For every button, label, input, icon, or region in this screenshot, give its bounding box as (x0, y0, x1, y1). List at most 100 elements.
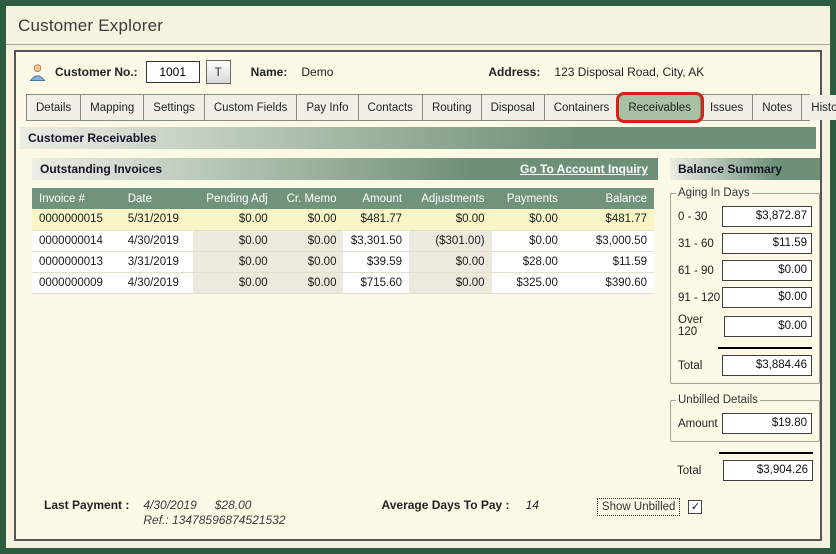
aging-value-field: $11.59 (722, 233, 812, 254)
outstanding-invoices-title: Outstanding Invoices (40, 162, 163, 176)
cell-adjustments: $0.00 (409, 209, 492, 231)
col-header-cr-memo: Cr. Memo (274, 188, 344, 209)
cell-date: 5/31/2019 (120, 209, 194, 231)
invoice-row[interactable]: 0000000009 4/30/2019 $0.00 $0.00 $715.60… (32, 272, 654, 294)
grand-total-row: Total $3,904.26 (677, 460, 813, 481)
show-unbilled-group: Show Unbilled ✓ (596, 498, 703, 516)
aging-in-days-groupbox: Aging In Days 0 - 30 $3,872.87 31 - 60 $… (670, 187, 820, 384)
last-payment-amount: $28.00 (214, 498, 252, 512)
tab-settings[interactable]: Settings (144, 95, 205, 120)
cell-cr-memo: $0.00 (274, 251, 344, 273)
tab-contacts[interactable]: Contacts (358, 95, 423, 120)
col-header-amount: Amount (343, 188, 410, 209)
tab-details[interactable]: Details (27, 95, 82, 120)
aging-row-over-120: Over 120 $0.00 (678, 314, 812, 338)
page-title: Customer Explorer (6, 6, 830, 45)
cell-amount: $715.60 (343, 272, 410, 294)
col-header-balance: Balance (564, 188, 654, 209)
balance-summary-column: Balance Summary Aging In Days 0 - 30 $3,… (670, 158, 820, 481)
unbilled-amount-row: Amount $19.80 (678, 413, 812, 434)
cell-cr-memo: $0.00 (274, 209, 344, 231)
tab-disposal[interactable]: Disposal (481, 95, 545, 120)
customer-explorer-window: Customer Explorer Customer No.: T Name: … (0, 0, 836, 554)
col-header-adjustments: Adjustments (409, 188, 492, 209)
cell-balance: $11.59 (564, 251, 654, 273)
grand-total-field: $3,904.26 (723, 460, 813, 481)
show-unbilled-checkbox[interactable]: ✓ (688, 500, 703, 514)
cell-date: 3/31/2019 (120, 251, 194, 273)
last-payment-date: 4/30/2019 (143, 498, 197, 512)
tab-pay-info[interactable]: Pay Info (297, 95, 359, 120)
footer-bar: Last Payment : 4/30/2019 $28.00 Ref.: 134… (44, 498, 800, 527)
go-to-account-inquiry-link[interactable]: Go To Account Inquiry (520, 158, 648, 180)
unbilled-legend: Unbilled Details (678, 394, 758, 406)
cell-cr-memo: $0.00 (274, 272, 344, 294)
aging-row-0-30: 0 - 30 $3,872.87 (678, 206, 812, 227)
invoice-row-selected[interactable]: 0000000015 5/31/2019 $0.00 $0.00 $481.77… (32, 209, 654, 231)
tab-history[interactable]: History (802, 95, 836, 120)
last-payment-label: Last Payment : (44, 498, 130, 512)
tab-containers[interactable]: Containers (544, 95, 620, 120)
receivables-content: Outstanding Invoices Go To Account Inqui… (16, 149, 820, 481)
cell-pending-adj: $0.00 (193, 251, 275, 273)
tab-issues[interactable]: Issues (700, 95, 754, 120)
invoice-row[interactable]: 0000000014 4/30/2019 $0.00 $0.00 $3,301.… (32, 230, 654, 252)
tab-receivables[interactable]: Receivables (619, 95, 701, 120)
address-label: Address: (488, 65, 541, 79)
cell-pending-adj: $0.00 (193, 209, 275, 231)
aging-legend: Aging In Days (678, 187, 750, 199)
tab-custom-fields[interactable]: Custom Fields (204, 95, 298, 120)
cell-date: 4/30/2019 (120, 272, 194, 294)
cell-invoice: 0000000014 (32, 230, 121, 252)
cell-amount: $481.77 (343, 209, 410, 231)
cell-cr-memo: $0.00 (274, 230, 344, 252)
customer-no-label: Customer No.: (55, 65, 138, 79)
cell-invoice: 0000000009 (32, 272, 121, 294)
aging-label: 31 - 60 (678, 237, 714, 250)
cell-balance: $3,000.50 (564, 230, 654, 252)
aging-value-field: $0.00 (722, 260, 812, 281)
invoices-column: Outstanding Invoices Go To Account Inqui… (32, 158, 658, 481)
aging-value-field: $0.00 (722, 287, 812, 308)
address-value: 123 Disposal Road, City, AK (554, 65, 705, 79)
customer-header: Customer No.: T Name: Demo Address: 123 … (16, 52, 820, 92)
cell-pending-adj: $0.00 (193, 272, 275, 294)
cell-payments: $28.00 (491, 251, 565, 273)
aging-value-field: $0.00 (724, 315, 812, 337)
aging-label: 61 - 90 (678, 264, 714, 277)
cell-adjustments: $0.00 (409, 272, 492, 294)
name-label: Name: (250, 65, 288, 79)
cell-payments: $0.00 (491, 230, 565, 252)
aging-total-row: Total $3,884.46 (678, 355, 812, 376)
average-days-value: 14 (525, 498, 539, 512)
aging-row-31-60: 31 - 60 $11.59 (678, 233, 812, 254)
tab-notes[interactable]: Notes (753, 95, 803, 120)
cell-balance: $481.77 (564, 209, 654, 231)
t-button[interactable]: T (205, 60, 231, 84)
cell-invoice: 0000000015 (32, 209, 121, 231)
cell-balance: $390.60 (564, 272, 654, 294)
unbilled-amount-field: $19.80 (722, 413, 812, 434)
aging-total-separator (718, 347, 812, 349)
invoice-row[interactable]: 0000000013 3/31/2019 $0.00 $0.00 $39.59 … (32, 251, 654, 273)
tab-routing[interactable]: Routing (422, 95, 482, 120)
customer-no-input[interactable] (145, 61, 200, 83)
aging-value-field: $3,872.87 (722, 206, 812, 227)
aging-label: 91 - 120 (678, 291, 721, 304)
unbilled-details-groupbox: Unbilled Details Amount $19.80 (670, 394, 820, 442)
show-unbilled-label: Show Unbilled (596, 498, 681, 516)
tab-mapping[interactable]: Mapping (81, 95, 145, 120)
average-days-label: Average Days To Pay : (381, 498, 510, 512)
table-header-row: Invoice # Date Pending Adj Cr. Memo Amou… (32, 188, 654, 209)
cell-pending-adj: $0.00 (193, 230, 275, 252)
cell-adjustments: ($301.00) (409, 230, 492, 252)
aging-row-91-120: 91 - 120 $0.00 (678, 287, 812, 308)
customer-receivables-section-bar: Customer Receivables (20, 127, 816, 149)
grand-total-label: Total (677, 464, 702, 477)
aging-total-label: Total (678, 359, 703, 372)
outstanding-invoices-bar: Outstanding Invoices Go To Account Inqui… (32, 158, 658, 180)
col-header-invoice: Invoice # (32, 188, 121, 209)
cell-invoice: 0000000013 (32, 251, 121, 273)
col-header-payments: Payments (491, 188, 565, 209)
aging-total-field: $3,884.46 (722, 355, 812, 376)
